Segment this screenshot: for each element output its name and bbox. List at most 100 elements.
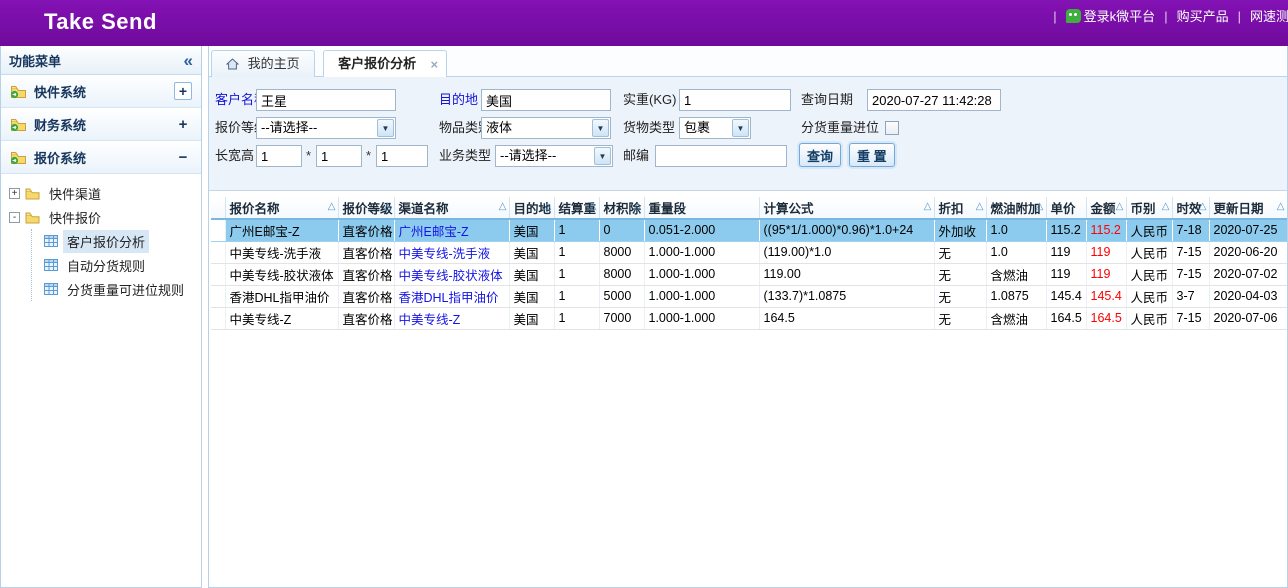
sort-icon[interactable]: △ — [976, 201, 984, 212]
cell-amount: 115.2 — [1086, 219, 1126, 241]
speed-test-link[interactable]: 网速测试 — [1229, 6, 1288, 25]
cargo-type-select[interactable]: 包裹 ▼ — [679, 117, 751, 139]
customer-name-input[interactable] — [256, 89, 396, 111]
sidebar-section-quote[interactable]: 报价系统 − — [1, 141, 201, 174]
tree-item-label[interactable]: 分货重量可进位规则 — [63, 278, 188, 301]
multiply-sign: * — [366, 145, 371, 167]
buy-product-label: 购买产品 — [1177, 9, 1229, 24]
col-header-volume_divisor[interactable]: 材积除△ — [599, 197, 644, 219]
tree-item-express-channel[interactable]: + 快件渠道 — [7, 181, 201, 205]
tab-customer-quote-analysis[interactable]: 客户报价分析 × — [323, 50, 447, 78]
cell-weight_range: 1.000-1.000 — [644, 263, 759, 285]
table-row[interactable]: 中美专线-Z直客价格中美专线-Z美国170001.000-1.000164.5无… — [211, 307, 1287, 329]
chevron-down-icon[interactable]: ▼ — [732, 119, 749, 137]
biz-type-select[interactable]: --请选择-- ▼ — [495, 145, 613, 167]
sort-icon[interactable]: △ — [1036, 201, 1044, 212]
cell-settle_weight: 1 — [554, 241, 599, 263]
col-header-fuel_surcharge[interactable]: 燃油附加△ — [986, 197, 1046, 219]
buy-product-link[interactable]: 购买产品 — [1155, 6, 1228, 25]
cell-selector — [211, 219, 225, 241]
expand-icon[interactable]: + — [9, 188, 20, 199]
col-header-unit_price[interactable]: 单价 — [1046, 197, 1086, 219]
tree-item-label[interactable]: 快件渠道 — [45, 182, 105, 205]
cell-channel_name[interactable]: 中美专线-胶状液体 — [394, 263, 509, 285]
tree-item-label[interactable]: 客户报价分析 — [63, 230, 149, 253]
table-row[interactable]: 中美专线-胶状液体直客价格中美专线-胶状液体美国180001.000-1.000… — [211, 263, 1287, 285]
col-header-settle_weight[interactable]: 结算重△ — [554, 197, 599, 219]
sort-icon[interactable]: △ — [499, 201, 507, 212]
width-input[interactable] — [316, 145, 362, 167]
col-header-destination[interactable]: 目的地△ — [509, 197, 554, 219]
close-icon[interactable]: × — [431, 52, 439, 77]
sort-icon[interactable]: △ — [1162, 201, 1170, 212]
chevron-down-icon[interactable]: ▼ — [594, 147, 611, 165]
sort-icon[interactable]: △ — [589, 201, 597, 212]
table-row[interactable]: 香港DHL指甲油价直客价格香港DHL指甲油价美国150001.000-1.000… — [211, 285, 1287, 307]
col-header-formula[interactable]: 计算公式△ — [759, 197, 934, 219]
tab-my-home[interactable]: 我的主页 — [211, 50, 315, 77]
sort-icon[interactable]: △ — [1277, 201, 1285, 212]
tree-item-split-weight-carry-rule[interactable]: 分货重量可进位规则 — [32, 277, 201, 301]
expand-plus-icon[interactable]: + — [174, 82, 192, 100]
sort-icon[interactable]: △ — [544, 201, 552, 212]
cell-destination: 美国 — [509, 263, 554, 285]
sort-icon[interactable]: △ — [1116, 201, 1124, 212]
query-date-label: 查询日期 — [801, 89, 853, 111]
col-header-weight_range[interactable]: 重量段 — [644, 197, 759, 219]
quote-grade-select[interactable]: --请选择-- ▼ — [256, 117, 396, 139]
cell-channel_name[interactable]: 中美专线-洗手液 — [394, 241, 509, 263]
tree-item-auto-split-rule[interactable]: 自动分货规则 — [32, 253, 201, 277]
cell-channel_name[interactable]: 中美专线-Z — [394, 307, 509, 329]
table-row[interactable]: 中美专线-洗手液直客价格中美专线-洗手液美国180001.000-1.000(1… — [211, 241, 1287, 263]
cell-unit_price: 115.2 — [1046, 219, 1086, 241]
destination-input[interactable] — [481, 89, 611, 111]
collapse-sidebar-icon[interactable]: « — [184, 52, 193, 69]
sort-icon[interactable]: △ — [384, 201, 392, 212]
actual-weight-input[interactable] — [679, 89, 791, 111]
col-header-discount[interactable]: 折扣△ — [934, 197, 986, 219]
col-header-update_date[interactable]: 更新日期△ — [1209, 197, 1287, 219]
sidebar-section-express[interactable]: 快件系统 + — [1, 75, 201, 108]
tree-item-label[interactable]: 快件报价 — [45, 206, 105, 229]
col-header-aging[interactable]: 时效△ — [1172, 197, 1209, 219]
height-input[interactable] — [376, 145, 428, 167]
cell-weight_range: 1.000-1.000 — [644, 307, 759, 329]
login-wechat-link[interactable]: 登录k微平台 — [1044, 6, 1155, 25]
split-weight-carry-checkbox[interactable] — [885, 121, 899, 135]
col-header-amount[interactable]: 金额△ — [1086, 197, 1126, 219]
zip-code-input[interactable] — [655, 145, 787, 167]
sort-icon[interactable]: △ — [924, 201, 932, 212]
cell-aging: 7-18 — [1172, 219, 1209, 241]
query-date-input[interactable] — [867, 89, 1001, 111]
collapse-icon[interactable]: - — [9, 212, 20, 223]
col-header-channel_name[interactable]: 渠道名称△ — [394, 197, 509, 219]
item-type-select[interactable]: 液体 ▼ — [481, 117, 611, 139]
col-header-quote_grade[interactable]: 报价等级△ — [338, 197, 394, 219]
cell-fuel_surcharge: 含燃油 — [986, 263, 1046, 285]
chevron-down-icon[interactable]: ▼ — [592, 119, 609, 137]
cell-discount: 无 — [934, 241, 986, 263]
cell-channel_name[interactable]: 广州E邮宝-Z — [394, 219, 509, 241]
col-header-quote_name[interactable]: 报价名称△ — [225, 197, 338, 219]
sort-icon[interactable]: △ — [1199, 201, 1207, 212]
sort-icon[interactable]: △ — [634, 201, 642, 212]
expand-plus-icon[interactable]: + — [174, 116, 192, 133]
cell-channel_name[interactable]: 香港DHL指甲油价 — [394, 285, 509, 307]
tree-item-customer-quote-analysis[interactable]: 客户报价分析 — [32, 229, 201, 253]
collapse-minus-icon[interactable]: − — [174, 149, 192, 166]
sidebar-section-finance[interactable]: 财务系统 + — [1, 108, 201, 141]
folder-arrow-icon — [10, 117, 27, 132]
select-value: 包裹 — [684, 118, 710, 138]
tree-item-label[interactable]: 自动分货规则 — [63, 254, 149, 277]
cell-amount: 164.5 — [1086, 307, 1126, 329]
table-row[interactable]: 广州E邮宝-Z直客价格广州E邮宝-Z美国100.051-2.000((95*1/… — [211, 219, 1287, 241]
cell-quote_name: 广州E邮宝-Z — [225, 219, 338, 241]
sort-icon[interactable]: △ — [328, 201, 336, 212]
tree-item-express-quote[interactable]: - 快件报价 — [7, 205, 201, 229]
chevron-down-icon[interactable]: ▼ — [377, 119, 394, 137]
search-button[interactable]: 查询 — [799, 143, 841, 167]
col-header-currency[interactable]: 币别△ — [1126, 197, 1172, 219]
col-header-label: 时效 — [1177, 202, 1202, 216]
reset-button[interactable]: 重 置 — [849, 143, 895, 167]
length-input[interactable] — [256, 145, 302, 167]
